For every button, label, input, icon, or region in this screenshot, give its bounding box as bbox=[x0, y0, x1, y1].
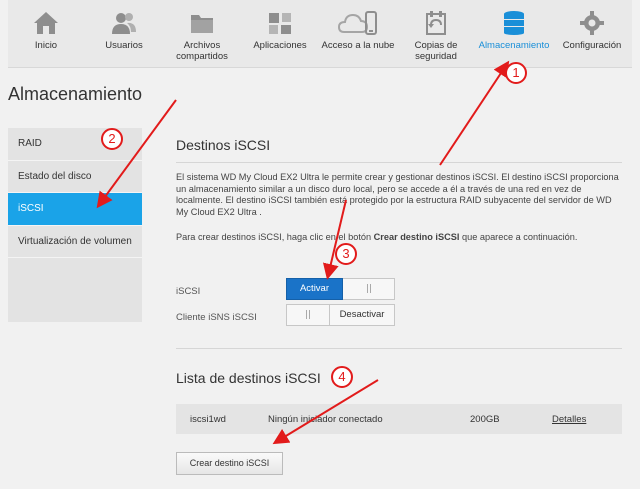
toggle-grip bbox=[344, 279, 394, 299]
annotation-arrow bbox=[439, 60, 510, 166]
iscsi-on-label: Activar bbox=[286, 278, 343, 300]
divider bbox=[176, 162, 622, 163]
nav-label: Archivos compartidos bbox=[176, 40, 228, 62]
apps-icon bbox=[269, 13, 291, 34]
page-title: Almacenamiento bbox=[8, 84, 143, 104]
details-link[interactable]: Detalles bbox=[552, 414, 586, 425]
section-instruction: Para crear destinos iSCSI, haga clic en … bbox=[176, 232, 578, 242]
top-navigation: Inicio Usuarios Archivos compartidos Apl… bbox=[8, 0, 632, 68]
section-title: Destinos iSCSI bbox=[176, 137, 271, 153]
create-target-button[interactable]: Crear destino iSCSI bbox=[176, 452, 283, 475]
users-icon bbox=[112, 13, 136, 34]
sidebar: RAID Estado del disco iSCSI Virtualizaci… bbox=[8, 128, 142, 322]
target-size: 200GB bbox=[470, 414, 500, 425]
nav-label: Usuarios bbox=[105, 40, 143, 51]
nav-label: Inicio bbox=[34, 40, 58, 51]
nav-label: Acceso a la nube bbox=[321, 40, 395, 51]
iscsi-label: iSCSI bbox=[176, 286, 201, 297]
toggle-grip bbox=[287, 305, 329, 325]
nav-item-usuarios[interactable]: Usuarios bbox=[88, 0, 160, 68]
home-icon bbox=[34, 12, 58, 34]
gear-icon bbox=[580, 11, 604, 35]
sidebar-item-iscsi[interactable]: iSCSI bbox=[8, 193, 142, 226]
nav-label: Copias de seguridad bbox=[414, 40, 458, 62]
sidebar-item-virtualizacion[interactable]: Virtualización de volumen bbox=[8, 226, 142, 258]
target-name: iscsi1wd bbox=[190, 414, 226, 425]
target-status: Ningún iniciador conectado bbox=[268, 414, 383, 425]
folder-icon bbox=[191, 15, 213, 33]
iscsi-toggle[interactable]: Activar bbox=[286, 278, 395, 300]
nav-item-inicio[interactable]: Inicio bbox=[10, 0, 82, 68]
nav-label: Configuración bbox=[562, 40, 622, 51]
list-title: Lista de destinos iSCSI bbox=[176, 370, 321, 386]
sidebar-item-estado-disco[interactable]: Estado del disco bbox=[8, 161, 142, 193]
nav-item-almacenamiento[interactable]: Almacenamiento bbox=[478, 0, 550, 68]
divider bbox=[176, 348, 622, 349]
table-row: iscsi1wd Ningún iniciador conectado 200G… bbox=[176, 404, 622, 434]
isns-toggle[interactable]: Desactivar bbox=[286, 304, 395, 326]
annotation-badge-2: 2 bbox=[101, 128, 123, 150]
nav-item-archivos[interactable]: Archivos compartidos bbox=[166, 0, 238, 68]
isns-off-label: Desactivar bbox=[329, 305, 394, 325]
storage-icon bbox=[504, 11, 524, 35]
section-description: El sistema WD My Cloud EX2 Ultra le perm… bbox=[176, 172, 619, 217]
annotation-badge-1: 1 bbox=[505, 62, 527, 84]
nav-label: Almacenamiento bbox=[478, 40, 550, 51]
nav-item-aplicaciones[interactable]: Aplicaciones bbox=[244, 0, 316, 68]
backup-icon bbox=[426, 11, 446, 35]
nav-item-nube[interactable]: Acceso a la nube bbox=[322, 0, 394, 68]
cloud-icon bbox=[338, 11, 377, 35]
instruction-bold: Crear destino iSCSI bbox=[373, 232, 460, 242]
isns-label: Cliente iSNS iSCSI bbox=[176, 312, 257, 323]
nav-item-configuracion[interactable]: Configuración bbox=[556, 0, 628, 68]
nav-label: Aplicaciones bbox=[253, 40, 307, 51]
annotation-badge-4: 4 bbox=[331, 366, 353, 388]
annotation-badge-3: 3 bbox=[335, 243, 357, 265]
nav-item-copias[interactable]: Copias de seguridad bbox=[400, 0, 472, 68]
sidebar-item-raid[interactable]: RAID bbox=[8, 128, 142, 161]
